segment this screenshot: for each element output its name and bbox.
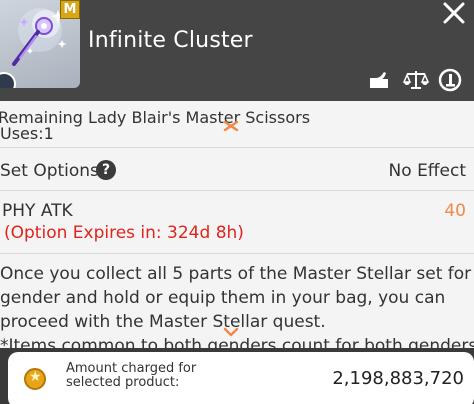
stat-value: 40 (444, 201, 466, 221)
price-card: Amount charged for selected product: 2,1… (8, 352, 474, 404)
amount-label: Amount charged for selected product: (66, 361, 197, 390)
item-tooltip-window: M Infinite Cluster Remaining Lady Blair'… (0, 0, 474, 404)
info-icon[interactable] (438, 68, 464, 92)
collapse-chevron-icon[interactable] (223, 121, 239, 131)
description-line: gender and hold or equip them in your ba… (0, 288, 446, 308)
option-expiry-text: (Option Expires in: 324d 8h) (4, 223, 244, 243)
divider (0, 147, 474, 148)
divider (0, 253, 474, 254)
set-options-value: No Effect (388, 161, 466, 181)
master-badge: M (60, 0, 80, 19)
close-icon[interactable] (440, 0, 468, 28)
coin-icon (24, 368, 46, 390)
amount-value: 2,198,883,720 (332, 368, 464, 389)
description-line: Once you collect all 5 parts of the Mast… (0, 264, 474, 284)
tooltip-header: M Infinite Cluster (0, 0, 474, 101)
divider (0, 190, 474, 191)
scissors-uses-text: Uses:1 (0, 124, 54, 143)
stat-label: PHY ATK (2, 201, 73, 221)
balance-scale-icon[interactable] (403, 68, 429, 92)
item-title: Infinite Cluster (88, 28, 253, 53)
price-footer: Amount charged for selected product: 2,1… (0, 348, 474, 404)
share-icon[interactable] (366, 68, 392, 92)
help-icon[interactable]: ? (96, 160, 116, 180)
expand-chevron-icon[interactable] (223, 327, 239, 337)
item-image: M (0, 0, 80, 88)
item-details-panel: Remaining Lady Blair's Master Scissors U… (0, 101, 474, 348)
set-options-label: Set Options (0, 161, 99, 181)
